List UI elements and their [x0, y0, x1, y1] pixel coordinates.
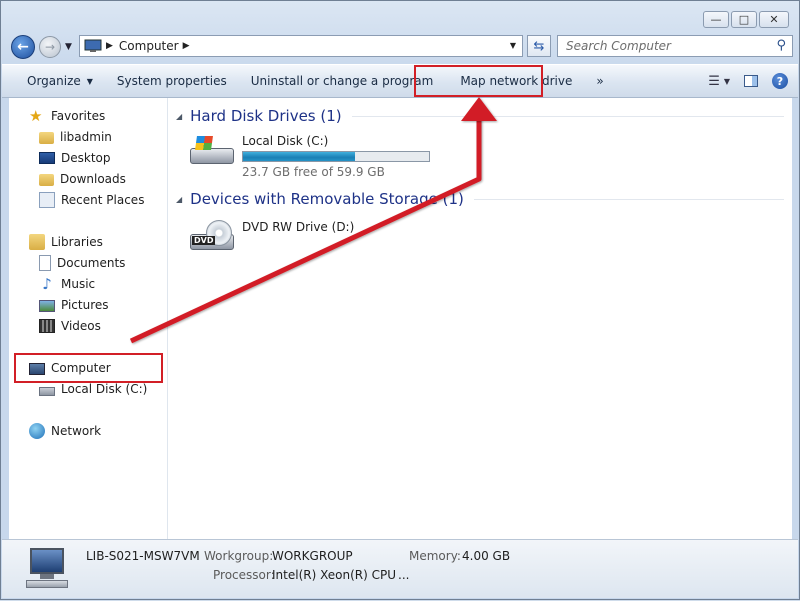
computer-large-icon — [24, 548, 70, 590]
dvd-badge: DVD — [192, 236, 216, 245]
organize-button[interactable]: Organize ▼ — [2, 65, 105, 97]
sidebar-item-label: Pictures — [61, 298, 109, 312]
user-folder-icon — [39, 132, 54, 144]
sidebar-item-label: Desktop — [61, 151, 111, 165]
search-icon[interactable]: ⚲ — [776, 38, 786, 53]
address-dropdown-icon[interactable]: ▼ — [510, 41, 516, 50]
workgroup-value: WORKGROUP — [272, 549, 353, 563]
organize-label: Organize — [27, 74, 81, 88]
minimize-button[interactable]: — — [703, 11, 729, 28]
maximize-button[interactable]: □ — [731, 11, 757, 28]
breadcrumb-separator-icon[interactable]: ▶ — [106, 41, 113, 51]
toolbar-right: ☰ ▼ ? — [708, 65, 788, 97]
sidebar-item-favorites[interactable]: ★ Favorites — [29, 106, 105, 126]
windows-drive-icon — [188, 134, 234, 172]
hard-disk-icon — [39, 387, 55, 396]
address-bar[interactable]: ▶ Computer ▶ ▼ — [79, 35, 523, 57]
star-icon: ★ — [29, 107, 43, 125]
system-properties-button[interactable]: System properties — [105, 65, 239, 97]
view-list-icon: ☰ — [708, 73, 720, 89]
desktop-icon — [39, 152, 55, 164]
processor-value: Intel(R) Xeon(R) CPU — [272, 568, 397, 582]
forward-button[interactable]: → — [39, 36, 61, 58]
group-header-label: Devices with Removable Storage (1) — [190, 190, 464, 208]
sidebar-item-label: Videos — [61, 319, 101, 333]
sidebar-item-music[interactable]: ♪ Music — [39, 274, 95, 294]
processor-ellipsis: ... — [398, 568, 410, 582]
network-icon — [29, 423, 45, 439]
more-commands-button[interactable]: » — [584, 65, 615, 97]
search-box[interactable]: ⚲ — [557, 35, 793, 57]
navigation-row: ← → ▼ ▶ Computer ▶ ▼ ⇆ ⚲ — [9, 34, 793, 60]
preview-pane-icon[interactable] — [744, 75, 758, 87]
command-bar: Organize ▼ System properties Uninstall o… — [2, 64, 798, 98]
libraries-icon — [29, 234, 45, 250]
drive-name: Local Disk (C:) — [242, 134, 329, 148]
back-button[interactable]: ← — [11, 35, 35, 59]
sidebar-item-label: Network — [51, 424, 102, 438]
sidebar-item-downloads[interactable]: Downloads — [39, 169, 126, 189]
workgroup-label: Workgroup: — [204, 549, 274, 563]
sidebar-item-desktop[interactable]: Desktop — [39, 148, 111, 168]
close-button[interactable]: ✕ — [759, 11, 789, 28]
breadcrumb-computer[interactable]: Computer — [119, 39, 179, 53]
processor-label: Processor: — [213, 568, 275, 582]
pictures-icon — [39, 300, 55, 312]
sidebar-item-label: libadmin — [60, 130, 112, 144]
drive-name: DVD RW Drive (D:) — [242, 220, 355, 234]
sidebar-item-videos[interactable]: Videos — [39, 316, 101, 336]
annotation-highlight-computer — [14, 353, 163, 383]
sidebar-item-label: Recent Places — [61, 193, 145, 207]
music-icon: ♪ — [42, 275, 52, 293]
help-icon[interactable]: ? — [772, 73, 788, 89]
annotation-highlight-map-drive — [414, 65, 543, 97]
dvd-drive-icon: DVD — [188, 220, 234, 258]
navigation-pane: ★ Favorites libadmin Desktop Downloads R… — [9, 98, 168, 539]
sidebar-item-label: Documents — [57, 256, 126, 270]
drive-item-dvd[interactable]: DVD DVD RW Drive (D:) — [188, 220, 354, 258]
collapse-triangle-icon[interactable]: ◢ — [176, 195, 182, 204]
downloads-folder-icon — [39, 174, 54, 186]
refresh-button[interactable]: ⇆ — [527, 35, 551, 57]
content-pane: ◢ Hard Disk Drives (1) Local Disk (C:) 2… — [168, 98, 792, 539]
breadcrumb-children-icon[interactable]: ▶ — [183, 41, 190, 51]
videos-icon — [39, 319, 55, 333]
sidebar-item-label: Music — [61, 277, 96, 291]
sidebar-item-recent-places[interactable]: Recent Places — [39, 190, 144, 210]
group-header-label: Hard Disk Drives (1) — [190, 107, 342, 125]
group-divider — [351, 115, 784, 117]
search-input[interactable] — [564, 38, 768, 54]
change-view-button[interactable]: ☰ ▼ — [708, 74, 730, 89]
documents-icon — [39, 255, 51, 271]
caption-buttons: — □ ✕ — [703, 11, 789, 28]
chevron-down-icon: ▼ — [723, 76, 730, 86]
memory-value: 4.00 GB — [462, 549, 511, 563]
sidebar-item-label: Favorites — [51, 109, 106, 123]
details-pane: LIB-S021-MSW7VM Workgroup: WORKGROUP Mem… — [2, 539, 798, 598]
recent-places-icon — [39, 192, 55, 208]
sidebar-item-pictures[interactable]: Pictures — [39, 295, 109, 315]
recent-pages-dropdown-icon[interactable]: ▼ — [65, 42, 72, 52]
disk-usage-bar — [242, 151, 430, 162]
group-header-hard-disks[interactable]: ◢ Hard Disk Drives (1) — [176, 106, 784, 126]
sidebar-item-label: Libraries — [51, 235, 103, 249]
drive-free-space: 23.7 GB free of 59.9 GB — [242, 165, 385, 179]
group-header-removable[interactable]: ◢ Devices with Removable Storage (1) — [176, 189, 784, 209]
sidebar-item-libadmin[interactable]: libadmin — [39, 127, 112, 147]
sidebar-item-label: Downloads — [60, 172, 126, 186]
disk-usage-fill — [243, 152, 356, 161]
sidebar-item-documents[interactable]: Documents — [39, 253, 125, 273]
chevron-down-icon: ▼ — [86, 76, 93, 86]
collapse-triangle-icon[interactable]: ◢ — [176, 112, 182, 121]
computer-icon — [84, 39, 102, 52]
drive-item-local-disk[interactable]: Local Disk (C:) 23.7 GB free of 59.9 GB — [188, 134, 430, 179]
sidebar-item-network[interactable]: Network — [29, 421, 101, 441]
sidebar-item-libraries[interactable]: Libraries — [29, 232, 103, 252]
memory-label: Memory: — [409, 549, 461, 563]
explorer-window: — □ ✕ ← → ▼ ▶ Computer ▶ ▼ ⇆ ⚲ Organize … — [0, 0, 800, 600]
sidebar-item-label: Local Disk (C:) — [61, 382, 148, 396]
refresh-icon: ⇆ — [533, 38, 545, 54]
group-divider — [473, 198, 784, 200]
computer-name: LIB-S021-MSW7VM — [86, 549, 200, 563]
